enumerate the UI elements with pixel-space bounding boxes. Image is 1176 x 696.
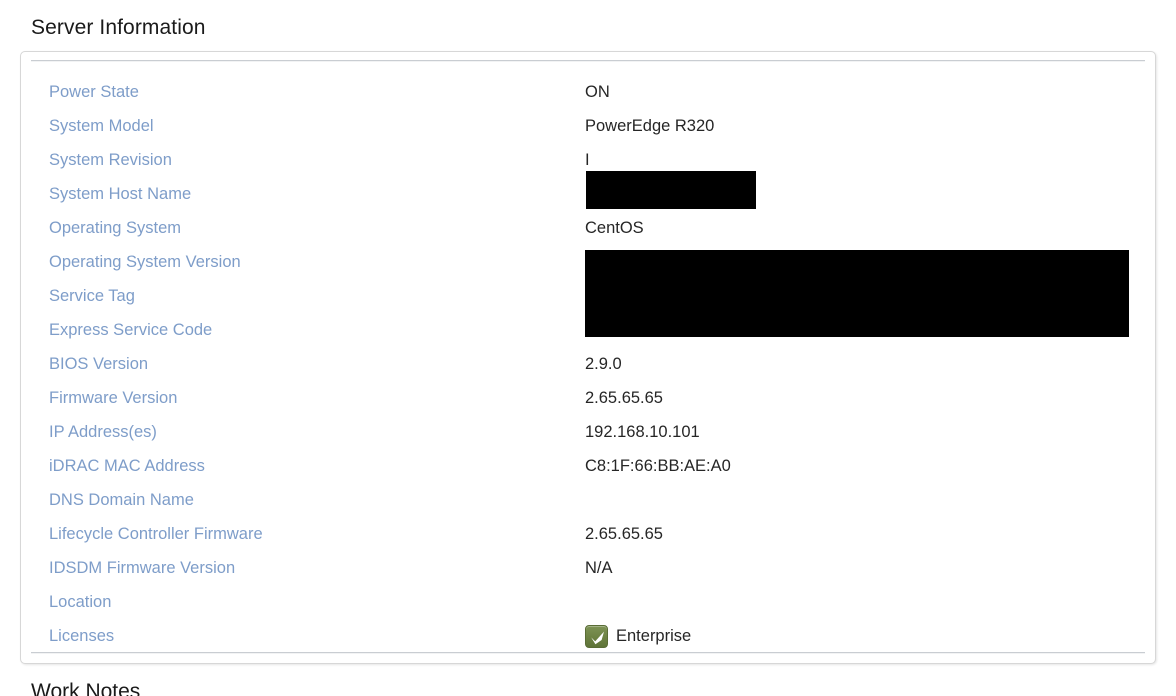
redaction-os-version-service-tag-express-code [585, 250, 1129, 337]
info-value-operating-system: CentOS [585, 219, 644, 237]
info-row-idsdm-firmware-version: IDSDM Firmware Version N/A [21, 551, 1155, 585]
info-row-location: Location [21, 585, 1155, 619]
info-row-power-state: Power State ON [21, 75, 1155, 109]
info-row-dns-domain-name: DNS Domain Name [21, 483, 1155, 517]
info-label-express-service-code: Express Service Code [49, 321, 213, 339]
server-information-panel: Power State ON System Model PowerEdge R320 S… [20, 51, 1156, 664]
info-row-ip-addresses: IP Address(es) 192.168.10.101 [21, 415, 1155, 449]
server-information-list: Power State ON System Model PowerEdge R320 S… [21, 75, 1155, 653]
info-label-operating-system: Operating System [49, 219, 182, 237]
info-label-power-state: Power State [49, 83, 139, 101]
info-row-operating-system: Operating System CentOS [21, 211, 1155, 245]
info-row-firmware-version: Firmware Version 2.65.65.65 [21, 381, 1155, 415]
info-label-idrac-mac-address: iDRAC MAC Address [49, 457, 205, 475]
info-row-lifecycle-controller-firmware: Lifecycle Controller Firmware 2.65.65.65 [21, 517, 1155, 551]
info-label-firmware-version: Firmware Version [49, 389, 178, 407]
checkmark-icon [585, 624, 608, 648]
info-label-bios-version: BIOS Version [49, 355, 149, 373]
server-information-page: Server Information Power State ON System M… [0, 0, 1176, 696]
info-label-system-revision: System Revision [49, 151, 172, 169]
info-label-licenses: Licenses [49, 627, 115, 645]
info-value-power-state: ON [585, 83, 610, 101]
redaction-system-host-name [586, 171, 756, 209]
info-label-system-host-name: System Host Name [49, 185, 192, 203]
info-label-dns-domain-name: DNS Domain Name [49, 491, 194, 509]
info-label-idsdm-firmware-version: IDSDM Firmware Version [49, 559, 236, 577]
next-section-title: Work Notes [31, 680, 141, 696]
license-label: Enterprise [616, 627, 692, 645]
info-label-lifecycle-controller-firmware: Lifecycle Controller Firmware [49, 525, 263, 543]
info-value-lifecycle-controller-firmware: 2.65.65.65 [585, 525, 663, 543]
info-value-idsdm-firmware-version: N/A [585, 559, 613, 577]
info-row-licenses: Licenses Enterprise [21, 619, 1155, 653]
license-cell: Enterprise [585, 619, 691, 653]
info-value-firmware-version: 2.65.65.65 [585, 389, 663, 407]
panel-bottom-divider [31, 652, 1145, 654]
info-value-idrac-mac-address: C8:1F:66:BB:AE:A0 [585, 457, 731, 475]
info-value-ip-addresses: 192.168.10.101 [585, 423, 700, 441]
info-row-idrac-mac-address: iDRAC MAC Address C8:1F:66:BB:AE:A0 [21, 449, 1155, 483]
page-title: Server Information [31, 16, 206, 39]
info-value-system-model: PowerEdge R320 [585, 117, 715, 135]
info-label-system-model: System Model [49, 117, 154, 135]
info-label-location: Location [49, 593, 112, 611]
info-row-system-model: System Model PowerEdge R320 [21, 109, 1155, 143]
panel-top-divider [31, 60, 1145, 62]
info-value-bios-version: 2.9.0 [585, 355, 622, 373]
info-label-operating-system-version: Operating System Version [49, 253, 241, 271]
info-label-ip-addresses: IP Address(es) [49, 423, 157, 441]
info-label-service-tag: Service Tag [49, 287, 135, 305]
info-row-bios-version: BIOS Version 2.9.0 [21, 347, 1155, 381]
